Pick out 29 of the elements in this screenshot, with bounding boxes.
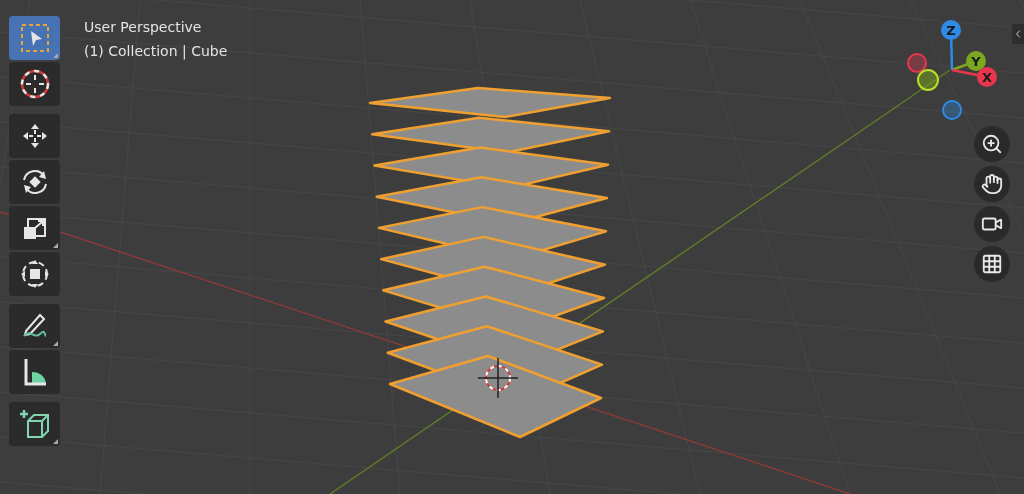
tool-button[interactable] [9, 304, 60, 348]
tool-button[interactable] [9, 160, 60, 204]
tool-button[interactable] [9, 114, 60, 158]
tool-button[interactable] [9, 350, 60, 394]
collapse-button[interactable] [1012, 24, 1024, 44]
view-name: User Perspective [84, 18, 203, 36]
negative-axis-handle[interactable] [907, 53, 927, 73]
navigation-button[interactable] [974, 126, 1010, 162]
submenu-corner-icon [53, 243, 58, 248]
zoom-icon [981, 133, 1003, 155]
3d-cursor-icon [477, 357, 519, 399]
tool-button[interactable] [9, 252, 60, 296]
navigation-button[interactable] [974, 206, 1010, 242]
axis-handle[interactable]: Y [966, 51, 986, 71]
tool-button[interactable] [9, 402, 60, 446]
add-cube-icon [17, 407, 52, 441]
grid-icon [981, 253, 1003, 275]
negative-axis-handle[interactable] [942, 100, 962, 120]
submenu-corner-icon [53, 53, 58, 58]
navigation-button[interactable] [974, 166, 1010, 202]
context-label: (1) Collection | Cube [84, 42, 228, 60]
axis-handle[interactable]: Z [941, 20, 961, 40]
submenu-corner-icon [53, 341, 58, 346]
tool-button[interactable] [9, 206, 60, 250]
submenu-corner-icon [53, 439, 58, 444]
axis-handle[interactable]: X [977, 67, 997, 87]
hand-icon [981, 173, 1003, 195]
tool-button[interactable] [9, 62, 60, 106]
navigation-button[interactable] [974, 246, 1010, 282]
